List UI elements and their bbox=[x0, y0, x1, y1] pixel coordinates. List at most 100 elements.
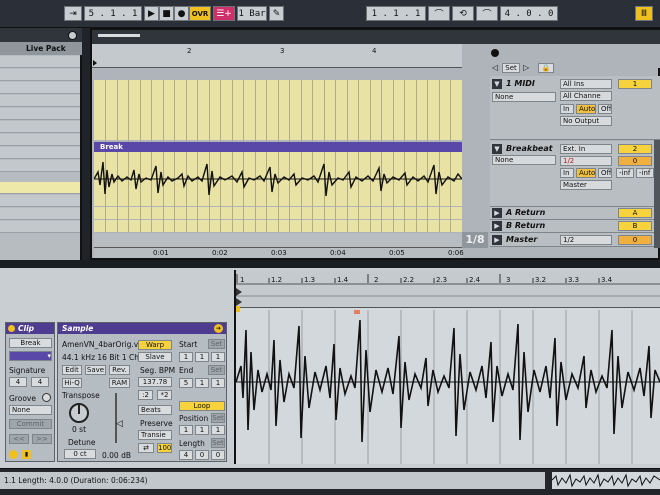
monitor-in[interactable]: In bbox=[560, 168, 574, 178]
monitor-in[interactable]: In bbox=[560, 104, 574, 114]
groove-amount-field[interactable]: 100 bbox=[157, 443, 172, 453]
signature-numerator[interactable]: 4 bbox=[9, 377, 27, 387]
set-locator-button[interactable]: Set bbox=[502, 63, 520, 73]
browser-row[interactable] bbox=[0, 208, 80, 220]
groove-hotswap-icon[interactable] bbox=[42, 393, 51, 402]
browser-row[interactable] bbox=[0, 82, 80, 94]
input-type[interactable]: Ext. In bbox=[560, 144, 612, 154]
browser-row[interactable] bbox=[0, 69, 80, 81]
follow-icon[interactable]: ⇥ bbox=[64, 6, 82, 21]
loop-button[interactable]: Loop bbox=[179, 401, 225, 411]
arrangement-position[interactable]: 5 . 1 . 1 bbox=[84, 6, 142, 21]
next-clip-button[interactable]: >> bbox=[32, 434, 52, 444]
master-send[interactable]: 0 bbox=[618, 235, 652, 245]
half-tempo-button[interactable]: :2 bbox=[138, 390, 153, 400]
gain-slider-thumb-icon[interactable]: ◁ bbox=[116, 419, 123, 429]
monitor-auto[interactable]: Auto bbox=[576, 104, 596, 114]
groove-select[interactable]: None bbox=[9, 405, 52, 415]
fold-icon[interactable]: ▶ bbox=[492, 208, 502, 218]
punch-out-icon[interactable]: ⌒ bbox=[476, 6, 498, 21]
input-channel[interactable]: 1/2 bbox=[560, 156, 612, 166]
monitor-off[interactable]: Off bbox=[598, 168, 612, 178]
ram-button[interactable]: RAM bbox=[109, 378, 130, 388]
start-set-button[interactable]: Set bbox=[208, 339, 225, 349]
output-type[interactable]: 1/2 bbox=[560, 235, 612, 245]
transpose-knob[interactable] bbox=[69, 403, 89, 423]
prev-clip-button[interactable]: << bbox=[9, 434, 29, 444]
monitor-auto[interactable]: Auto bbox=[576, 168, 596, 178]
track-name[interactable]: Master bbox=[506, 235, 537, 244]
zoom-grid-label[interactable]: 1/8 bbox=[462, 232, 488, 248]
sample-expand-icon[interactable]: ➔ bbox=[214, 324, 223, 333]
seg-bpm-field[interactable]: 137.78 bbox=[138, 377, 172, 387]
fold-icon[interactable]: ▼ bbox=[492, 79, 502, 89]
monitor-off[interactable]: Off bbox=[598, 104, 612, 114]
loop-start-field[interactable]: 1 . 1 . 1 bbox=[366, 6, 426, 21]
record-icon[interactable]: ● bbox=[174, 6, 189, 21]
save-button[interactable]: Save bbox=[85, 365, 106, 375]
hiq-button[interactable]: Hi-Q bbox=[62, 378, 82, 388]
position-beat[interactable]: 1 bbox=[195, 425, 209, 435]
midi-map-icon[interactable]: ▮ bbox=[22, 450, 31, 459]
next-locator-icon[interactable]: ▷ bbox=[523, 63, 529, 72]
position-set-button[interactable]: Set bbox=[211, 413, 225, 423]
browser-row[interactable] bbox=[0, 95, 80, 107]
length-bar[interactable]: 4 bbox=[179, 450, 193, 460]
browser-row[interactable] bbox=[0, 56, 80, 68]
track-activator[interactable]: 2 bbox=[618, 144, 652, 154]
slave-button[interactable]: Slave bbox=[138, 352, 172, 362]
start-beat[interactable]: 1 bbox=[195, 352, 209, 362]
clip-color-select[interactable]: ▾ bbox=[9, 351, 52, 361]
length-beat[interactable]: 0 bbox=[195, 450, 209, 460]
end-beat[interactable]: 1 bbox=[195, 378, 209, 388]
end-set-button[interactable]: Set bbox=[208, 365, 225, 375]
end-bar[interactable]: 5 bbox=[179, 378, 193, 388]
clip-overview[interactable] bbox=[551, 472, 660, 489]
browser-row[interactable] bbox=[0, 195, 80, 207]
draw-mode-icon[interactable]: ✎ bbox=[269, 6, 284, 21]
position-sixteenth[interactable]: 1 bbox=[211, 425, 225, 435]
warp-button[interactable]: Warp bbox=[138, 340, 172, 350]
beat-time-ruler[interactable] bbox=[92, 44, 464, 68]
double-tempo-button[interactable]: *2 bbox=[157, 390, 172, 400]
fold-icon[interactable]: ▶ bbox=[492, 221, 502, 231]
detune-field[interactable]: 0 ct bbox=[64, 449, 96, 459]
loop-switch-icon[interactable]: ⟲ bbox=[452, 6, 474, 21]
prev-locator-icon[interactable]: ◁ bbox=[492, 63, 498, 72]
length-sixteenth[interactable]: 0 bbox=[211, 450, 225, 460]
clip-launch-icon[interactable] bbox=[9, 450, 18, 459]
overview-range[interactable] bbox=[98, 34, 140, 37]
start-bar[interactable]: 1 bbox=[179, 352, 193, 362]
quantize-menu-icon[interactable]: ☰+ bbox=[213, 6, 235, 21]
device-chooser[interactable]: None bbox=[492, 92, 556, 102]
back-to-arrangement-icon[interactable] bbox=[491, 49, 499, 57]
position-bar[interactable]: 1 bbox=[179, 425, 193, 435]
signature-denominator[interactable]: 4 bbox=[31, 377, 49, 387]
commit-button[interactable]: Commit bbox=[9, 419, 52, 429]
gain-slider-track[interactable] bbox=[115, 393, 117, 443]
start-sixteenth[interactable]: 1 bbox=[211, 352, 225, 362]
reverse-button[interactable]: Rev. bbox=[109, 365, 130, 375]
output-type[interactable]: Master bbox=[560, 180, 612, 190]
track-activator[interactable]: 1 bbox=[618, 79, 652, 89]
quantize-select[interactable]: 1 Bar bbox=[237, 6, 267, 21]
end-sixteenth[interactable]: 1 bbox=[211, 378, 225, 388]
browser-row[interactable] bbox=[0, 121, 80, 133]
preserve-select[interactable]: Transie bbox=[138, 430, 172, 440]
clip-name-field[interactable]: Break bbox=[9, 338, 52, 348]
track-name[interactable]: B Return bbox=[506, 221, 545, 230]
vertical-scrollbar[interactable] bbox=[654, 140, 660, 248]
track-activator[interactable]: B bbox=[618, 221, 652, 231]
input-type[interactable]: All Ins bbox=[560, 79, 612, 89]
clip-activator-icon[interactable] bbox=[8, 325, 15, 332]
browser-hide-icon[interactable] bbox=[68, 31, 77, 40]
length-set-button[interactable]: Set bbox=[211, 438, 225, 448]
browser-row[interactable] bbox=[0, 221, 80, 233]
fold-icon[interactable]: ▼ bbox=[492, 144, 502, 154]
browser-row[interactable] bbox=[0, 147, 80, 159]
device-chooser[interactable]: None bbox=[492, 155, 556, 165]
track-name[interactable]: A Return bbox=[506, 208, 545, 217]
arrangement-clip-title[interactable]: Break bbox=[94, 142, 462, 152]
loop-length-field[interactable]: 4 . 0 . 0 bbox=[500, 6, 558, 21]
track-name[interactable]: Breakbeat bbox=[506, 144, 553, 153]
